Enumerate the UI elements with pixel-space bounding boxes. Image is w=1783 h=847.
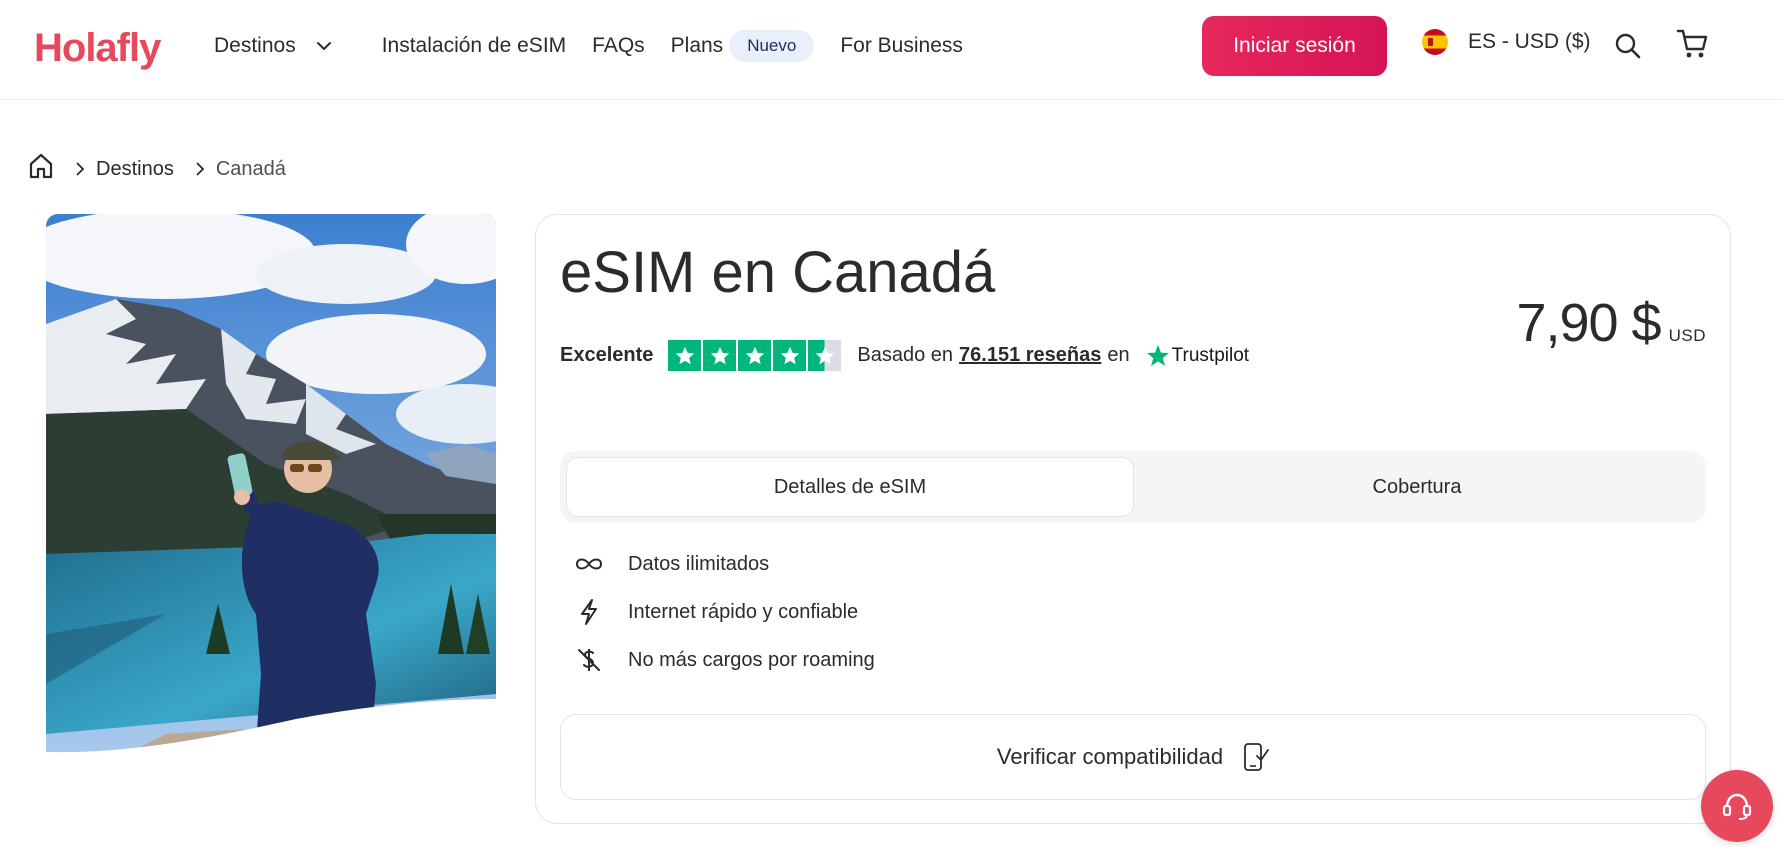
site-header: Holafly Destinos Instalación de eSIM FAQ… [0, 0, 1783, 100]
nav-destinos-label: Destinos [214, 34, 296, 57]
product-card: eSIM en Canadá 7,90 $ USD Excelente Basa… [535, 214, 1731, 824]
feature-text: No más cargos por roaming [628, 648, 875, 671]
login-button[interactable]: Iniciar sesión [1202, 16, 1387, 76]
breadcrumb: Destinos Canadá [28, 152, 286, 186]
rating-in: en [1107, 344, 1130, 366]
star-icon [668, 340, 702, 371]
nav-business[interactable]: For Business [840, 34, 963, 58]
star-icon [773, 340, 807, 371]
chevron-down-icon [316, 42, 331, 50]
product-title: eSIM en Canadá [560, 240, 996, 305]
reviews-link[interactable]: 76.151 reseñas [959, 344, 1101, 367]
search-icon[interactable] [1614, 32, 1642, 65]
trustpilot-star-icon [1146, 344, 1169, 366]
nav-business-label: For Business [840, 34, 963, 57]
nav-faqs-label: FAQs [592, 34, 645, 57]
star-icon [738, 340, 772, 371]
rating-based-on: Basado en [857, 344, 954, 366]
rating-label: Excelente [560, 344, 654, 366]
lightning-icon [574, 597, 604, 627]
price-value: 7,90 $ [1516, 293, 1661, 353]
product-tabs: Detalles de eSIM Cobertura [560, 451, 1706, 523]
feature-text: Datos ilimitados [628, 552, 770, 575]
trustpilot-rating: Excelente Basado en 76.151 reseñas en Tr… [560, 340, 1249, 371]
trustpilot-label: Trustpilot [1171, 344, 1250, 366]
list-item: Datos ilimitados [574, 540, 875, 588]
cart-icon[interactable] [1676, 27, 1710, 66]
check-compatibility-label: Verificar compatibilidad [996, 744, 1224, 769]
list-item: No más cargos por roaming [574, 636, 875, 684]
trustpilot-logo[interactable]: Trustpilot [1146, 344, 1249, 368]
nav-installation[interactable]: Instalación de eSIM [382, 34, 566, 58]
tab-coverage[interactable]: Cobertura [1134, 457, 1700, 517]
spain-flag-icon [1422, 29, 1448, 55]
feature-text: Internet rápido y confiable [628, 600, 859, 623]
nav-plans-label: Plans [670, 34, 724, 57]
holafly-logo[interactable]: Holafly [34, 26, 161, 71]
new-badge: Nuevo [729, 30, 815, 62]
locale-selector[interactable]: ES - USD ($) [1422, 29, 1591, 55]
rating-stars [668, 340, 842, 371]
chevron-right-icon [76, 162, 84, 176]
home-icon[interactable] [28, 152, 54, 186]
no-dollar-icon [574, 645, 604, 675]
locale-label: ES - USD ($) [1468, 30, 1591, 53]
support-headset-icon[interactable] [1701, 770, 1773, 842]
breadcrumb-destinos[interactable]: Destinos [96, 158, 174, 181]
feature-list: Datos ilimitados Internet rápido y confi… [574, 540, 875, 684]
check-compatibility-button[interactable]: Verificar compatibilidad [560, 714, 1706, 800]
chevron-right-icon [196, 162, 204, 176]
nav-faqs[interactable]: FAQs [592, 34, 645, 58]
price: 7,90 $ USD [1516, 292, 1706, 354]
nav-installation-label: Instalación de eSIM [381, 34, 567, 57]
main-nav: Destinos Instalación de eSIM FAQs Plans … [214, 0, 963, 92]
star-icon [703, 340, 737, 371]
nav-plans[interactable]: Plans Nuevo [671, 30, 815, 62]
tab-esim-details[interactable]: Detalles de eSIM [566, 457, 1134, 517]
breadcrumb-current: Canadá [215, 157, 286, 180]
half-star-icon [808, 340, 842, 371]
hero-image [46, 214, 496, 754]
phone-check-icon [1244, 743, 1270, 771]
list-item: Internet rápido y confiable [574, 588, 875, 636]
infinity-icon [574, 549, 604, 579]
price-currency: USD [1668, 326, 1706, 345]
nav-destinos[interactable]: Destinos [214, 34, 332, 58]
